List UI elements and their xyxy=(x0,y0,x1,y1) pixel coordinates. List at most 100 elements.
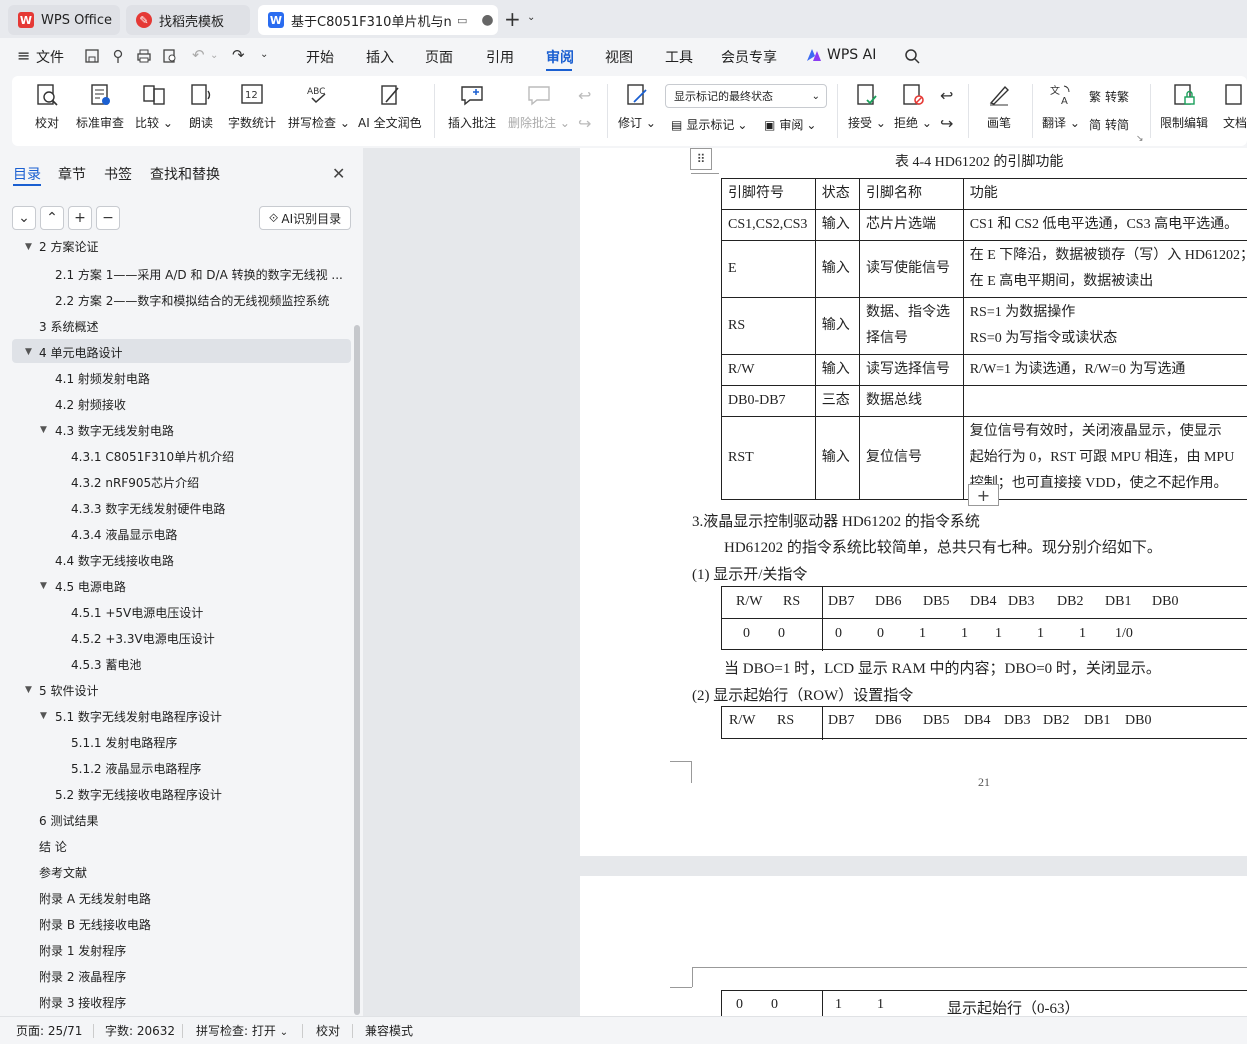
display-mode-select[interactable]: 显示标记的最终状态 ⌄ xyxy=(665,84,827,108)
toc-item[interactable]: 附录 1 发射程序 xyxy=(39,942,126,959)
expand-up-button[interactable]: ⌃ xyxy=(40,206,64,230)
word-count-indicator[interactable]: 字数: 20632 xyxy=(105,1022,175,1039)
standard-review-button[interactable]: 标准审查 xyxy=(76,82,124,131)
next-change-icon[interactable]: ↪ xyxy=(940,114,953,133)
more-chevron-icon[interactable]: ⌄ xyxy=(260,49,268,60)
document-rights-button[interactable]: 文档 xyxy=(1222,82,1247,131)
expanded-triangle-icon[interactable]: ▼ xyxy=(40,711,47,721)
to-traditional-button[interactable]: 繁 转繁 xyxy=(1089,88,1129,105)
toc-item[interactable]: 5.1 数字无线发射电路程序设计 xyxy=(55,708,222,725)
next-comment-icon[interactable]: ↪ xyxy=(578,114,591,133)
toc-item[interactable]: 4.3.2 nRF905芯片介绍 xyxy=(71,474,199,491)
share-icon[interactable] xyxy=(110,48,126,64)
toc-item[interactable]: 4.5.2 +3.3V电源电压设计 xyxy=(71,630,215,647)
expanded-triangle-icon[interactable]: ▼ xyxy=(25,347,32,357)
print-preview-icon[interactable] xyxy=(162,48,178,64)
menu-review[interactable]: 审阅 xyxy=(546,47,574,67)
toc-item[interactable]: 4.5.1 +5V电源电压设计 xyxy=(71,604,203,621)
menu-home[interactable]: 开始 xyxy=(306,47,334,67)
read-aloud-button[interactable]: 朗读 xyxy=(188,82,214,131)
previous-change-icon[interactable]: ↩ xyxy=(940,86,953,105)
menu-page[interactable]: 页面 xyxy=(425,47,453,67)
show-markup-button[interactable]: ▤ 显示标记 ⌄ xyxy=(671,116,747,133)
revise-button[interactable]: 修订 ⌄ xyxy=(618,82,656,131)
new-tab-icon[interactable]: + xyxy=(504,7,521,31)
undo-icon[interactable]: ↶ xyxy=(192,46,205,64)
insert-comment-button[interactable]: 插入批注 xyxy=(448,82,496,131)
search-icon[interactable] xyxy=(904,48,920,64)
toc-item[interactable]: 5.1.1 发射电路程序 xyxy=(71,734,177,751)
expanded-triangle-icon[interactable]: ▼ xyxy=(40,425,47,435)
toc-item[interactable]: 附录 A 无线发射电路 xyxy=(39,890,151,907)
menu-tools[interactable]: 工具 xyxy=(665,47,693,67)
toc-item[interactable]: 附录 2 液晶程序 xyxy=(39,968,126,985)
expanded-triangle-icon[interactable]: ▼ xyxy=(25,685,32,695)
sidebar-scrollbar[interactable] xyxy=(354,325,360,1015)
chevron-down-icon[interactable]: ⌄ xyxy=(527,12,535,23)
menu-file[interactable]: 文件 xyxy=(36,47,64,67)
toc-item[interactable]: 参考文献 xyxy=(39,864,87,881)
to-simplified-button[interactable]: 简 转简 xyxy=(1089,116,1129,133)
toc-item[interactable]: 2.1 方案 1——采用 A/D 和 D/A 转换的数字无线视 ... xyxy=(55,266,345,283)
menu-membership[interactable]: 会员专享 xyxy=(721,47,777,67)
toc-item[interactable]: 结 论 xyxy=(39,838,67,855)
proofread-status[interactable]: 校对 xyxy=(316,1022,340,1039)
tab-docer[interactable]: ✎ 找稻壳模板 xyxy=(126,5,250,35)
remove-heading-button[interactable]: − xyxy=(96,206,120,230)
tab-document[interactable]: W 基于C8051F310单片机与nRF ▭ ● xyxy=(258,5,498,35)
monitor-icon[interactable]: ▭ xyxy=(457,14,467,27)
toc-item[interactable]: 5 软件设计 xyxy=(39,682,98,699)
spell-check-button[interactable]: ABC 拼写检查 ⌄ xyxy=(288,82,350,131)
tab-wps-office[interactable]: W WPS Office xyxy=(8,5,120,35)
print-icon[interactable] xyxy=(136,48,152,64)
spell-check-status[interactable]: 拼写检查: 打开 ⌄ xyxy=(196,1022,288,1039)
toc-item[interactable]: 4.4 数字无线接收电路 xyxy=(55,552,174,569)
sidebar-tab-toc[interactable]: 目录 xyxy=(13,164,41,184)
ai-polish-button[interactable]: AI 全文润色 xyxy=(358,82,422,131)
toc-item[interactable]: 4.3.4 液晶显示电路 xyxy=(71,526,177,543)
document-canvas[interactable]: ⠿ 表 4-4 HD61202 的引脚功能 引脚符号 状态 引脚名称 功能 CS… xyxy=(363,148,1247,1016)
word-count-button[interactable]: 12 字数统计 xyxy=(228,82,276,131)
page-indicator[interactable]: 页面: 25/71 xyxy=(16,1022,82,1039)
sidebar-tab-bookmarks[interactable]: 书签 xyxy=(104,164,132,184)
redo-icon[interactable]: ↷ xyxy=(232,46,245,64)
review-pane-button[interactable]: ▣ 审阅 ⌄ xyxy=(764,116,816,133)
toc-item[interactable]: 5.2 数字无线接收电路程序设计 xyxy=(55,786,222,803)
restrict-edit-button[interactable]: 限制编辑 xyxy=(1160,82,1208,131)
proofread-button[interactable]: 校对 xyxy=(34,82,60,131)
expand-group-icon[interactable]: ↘ xyxy=(1136,134,1144,144)
menu-view[interactable]: 视图 xyxy=(605,47,633,67)
add-heading-button[interactable]: + xyxy=(68,206,92,230)
toc-item[interactable]: 2 方案论证 xyxy=(39,240,98,255)
expanded-triangle-icon[interactable]: ▼ xyxy=(25,242,32,252)
ai-toc-button[interactable]: ⟐ AI识别目录 xyxy=(259,206,351,230)
hamburger-icon[interactable]: ≡ xyxy=(17,46,30,65)
reject-button[interactable]: 拒绝 ⌄ xyxy=(894,82,932,131)
menu-insert[interactable]: 插入 xyxy=(366,47,394,67)
chevron-down-icon[interactable]: ⌄ xyxy=(210,50,218,61)
sidebar-tab-find-replace[interactable]: 查找和替换 xyxy=(150,164,220,184)
toc-item-selected[interactable]: 4 单元电路设计 xyxy=(39,344,122,361)
delete-comment-button[interactable]: 删除批注 ⌄ xyxy=(508,82,570,131)
translate-button[interactable]: 文A 翻译 ⌄ xyxy=(1042,82,1080,131)
save-icon[interactable] xyxy=(84,48,100,64)
close-icon[interactable]: ✕ xyxy=(332,164,345,183)
add-table-row-button[interactable]: + xyxy=(968,484,999,506)
toc-item[interactable]: 5.1.2 液晶显示电路程序 xyxy=(71,760,201,777)
toc-item[interactable]: 4.3.1 C8051F310单片机介绍 xyxy=(71,448,234,465)
table-move-handle-icon[interactable]: ⠿ xyxy=(690,148,712,170)
collapse-all-button[interactable]: ⌄ xyxy=(12,206,36,230)
toc-item[interactable]: 附录 B 无线接收电路 xyxy=(39,916,151,933)
menu-wps-ai[interactable]: WPS AI xyxy=(827,47,876,63)
toc-item[interactable]: 4.5 电源电路 xyxy=(55,578,126,595)
toc-item[interactable]: 3 系统概述 xyxy=(39,318,98,335)
toc-item[interactable]: 4.3.3 数字无线发射硬件电路 xyxy=(71,500,225,517)
toc-item[interactable]: 4.3 数字无线发射电路 xyxy=(55,422,174,439)
toc-item[interactable]: 附录 3 接收程序 xyxy=(39,994,126,1011)
sidebar-tab-chapters[interactable]: 章节 xyxy=(58,164,86,184)
toc-item[interactable]: 2.2 方案 2——数字和模拟结合的无线视频监控系统 xyxy=(55,292,329,309)
expanded-triangle-icon[interactable]: ▼ xyxy=(40,581,47,591)
toc-item[interactable]: 4.1 射频发射电路 xyxy=(55,370,150,387)
compare-button[interactable]: 比较 ⌄ xyxy=(135,82,173,131)
accept-button[interactable]: 接受 ⌄ xyxy=(848,82,886,131)
